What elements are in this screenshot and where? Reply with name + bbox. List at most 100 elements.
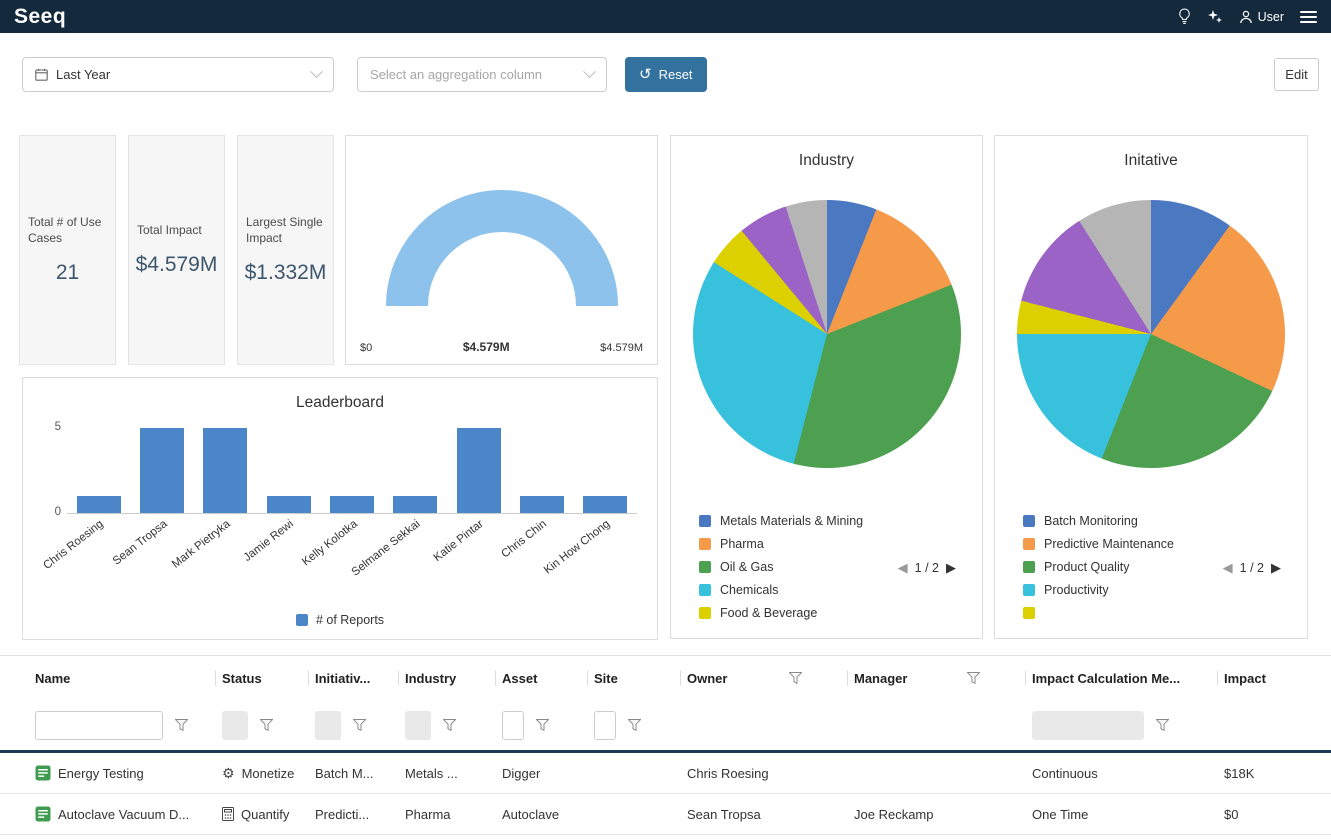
pager-prev-icon[interactable]: ◀ [898, 560, 908, 576]
filter-funnel-icon[interactable] [789, 672, 802, 684]
use-cases-table: NameStatusInitiativ...IndustryAssetSiteO… [0, 655, 1331, 835]
column-header-status[interactable]: Status [222, 656, 315, 700]
column-header-impact[interactable]: Impact [1224, 656, 1331, 700]
bar[interactable] [140, 428, 184, 513]
bar[interactable] [520, 496, 564, 513]
cell-industry: Metals ... [405, 766, 502, 781]
column-label: Initiativ... [315, 671, 370, 686]
filter-funnel-icon[interactable] [628, 719, 641, 731]
seeq-dashboard: Seeq User Last Year Select an aggregatio… [0, 0, 1331, 840]
column-header-industry[interactable]: Industry [405, 656, 502, 700]
legend-item[interactable]: Pharma [699, 535, 863, 552]
hamburger-menu-icon[interactable] [1300, 11, 1317, 23]
column-header-site[interactable]: Site [594, 656, 687, 700]
filter-funnel-icon[interactable] [353, 719, 366, 731]
legend-label: Pharma [720, 537, 764, 551]
filter-funnel-icon[interactable] [1156, 719, 1169, 731]
pager-label: 1 / 2 [915, 561, 939, 575]
legend-item[interactable]: Food & Beverage [699, 604, 863, 621]
cell-initiative: Batch M... [315, 766, 405, 781]
cell-status: Quantify [222, 807, 315, 822]
lightbulb-icon[interactable] [1178, 8, 1191, 25]
table-row[interactable]: Energy Testing⚙MonetizeBatch M...Metals … [0, 753, 1331, 794]
bar-slot: Katie Pintar [447, 428, 510, 513]
chart-title: Initative [995, 152, 1307, 170]
legend-label: Oil & Gas [720, 560, 774, 574]
table-row[interactable]: Autoclave Vacuum D... QuantifyPredicti...… [0, 794, 1331, 835]
table-filter-row [0, 700, 1331, 750]
industry-pie-chart[interactable] [693, 200, 961, 468]
filter-funnel-icon[interactable] [260, 719, 273, 731]
bar-slot: Sean Tropsa [130, 428, 193, 513]
cell-owner: Sean Tropsa [687, 807, 854, 822]
bar-category-label: Jamie Rewi [242, 518, 296, 564]
bar-category-label: Katie Pintar [432, 518, 486, 564]
report-icon [35, 806, 51, 822]
gauge-chart[interactable] [362, 166, 642, 316]
cell-industry: Pharma [405, 807, 502, 822]
legend-item[interactable]: Chemicals [699, 581, 863, 598]
cell-impact_calc: One Time [1032, 807, 1224, 822]
legend-item[interactable]: Predictive Maintenance [1023, 535, 1174, 552]
column-label: Industry [405, 671, 456, 686]
cell-name: Autoclave Vacuum D... [35, 806, 222, 822]
leaderboard-legend[interactable]: # of Reports [23, 613, 657, 627]
aggregation-select[interactable]: Select an aggregation column [357, 57, 607, 92]
date-range-select[interactable]: Last Year [22, 57, 334, 92]
user-label: User [1258, 10, 1284, 24]
column-header-initiative[interactable]: Initiativ... [315, 656, 405, 700]
column-header-manager[interactable]: Manager [854, 656, 1032, 700]
column-header-asset[interactable]: Asset [502, 656, 594, 700]
legend-swatch [1023, 607, 1035, 619]
initiative-pie-chart[interactable] [1017, 200, 1285, 468]
bar[interactable] [330, 496, 374, 513]
use-case-name[interactable]: Energy Testing [58, 766, 144, 781]
legend-item[interactable]: Metals Materials & Mining [699, 512, 863, 529]
kpi-label: Total # of Use Cases [20, 215, 115, 246]
filter-input-site[interactable] [594, 711, 616, 740]
legend-item[interactable]: Batch Monitoring [1023, 512, 1174, 529]
pager-prev-icon[interactable]: ◀ [1223, 560, 1233, 576]
bar[interactable] [583, 496, 627, 513]
legend-pager: ◀ 1 / 2 ▶ [898, 560, 956, 576]
cell-name: Energy Testing [35, 765, 222, 781]
bar[interactable] [457, 428, 501, 513]
legend-label: Food & Beverage [720, 606, 817, 620]
aggregation-placeholder: Select an aggregation column [370, 67, 542, 82]
sparkles-icon[interactable] [1207, 9, 1223, 25]
filter-funnel-icon[interactable] [443, 719, 456, 731]
seeq-logo[interactable]: Seeq [14, 5, 66, 29]
filter-input-name[interactable] [35, 711, 163, 740]
filter-cell-industry [405, 700, 502, 750]
legend-item[interactable]: Oil & Gas [699, 558, 863, 575]
gears-icon: ⚙ [222, 766, 235, 780]
reset-button[interactable]: ↺ Reset [625, 57, 707, 92]
bar-category-label: Kin How Chong [542, 518, 612, 577]
cell-initiative: Predicti... [315, 807, 405, 822]
bar-category-label: Mark Pietryka [170, 518, 233, 571]
filter-funnel-icon[interactable] [536, 719, 549, 731]
legend-item[interactable] [1023, 604, 1174, 621]
legend-swatch [1023, 561, 1035, 573]
use-case-name[interactable]: Autoclave Vacuum D... [58, 807, 189, 822]
bar[interactable] [77, 496, 121, 513]
column-header-impact_calc[interactable]: Impact Calculation Me... [1032, 656, 1224, 700]
bar[interactable] [267, 496, 311, 513]
bar[interactable] [203, 428, 247, 513]
column-header-owner[interactable]: Owner [687, 656, 854, 700]
column-header-name[interactable]: Name [35, 656, 222, 700]
pager-next-icon[interactable]: ▶ [1271, 560, 1281, 576]
initiative-pie-card: Initative Batch Monitoring Predictive Mai… [994, 135, 1308, 639]
bar-slot: Mark Pietryka [194, 428, 257, 513]
pager-next-icon[interactable]: ▶ [946, 560, 956, 576]
edit-button[interactable]: Edit [1274, 58, 1319, 91]
column-label: Status [222, 671, 262, 686]
filter-input-asset[interactable] [502, 711, 524, 740]
user-menu[interactable]: User [1239, 10, 1284, 24]
legend-item[interactable]: Productivity [1023, 581, 1174, 598]
bar[interactable] [393, 496, 437, 513]
gauge-min-label: $0 [360, 342, 372, 354]
filter-funnel-icon[interactable] [175, 719, 188, 731]
filter-funnel-icon[interactable] [967, 672, 980, 684]
legend-item[interactable]: Product Quality [1023, 558, 1174, 575]
